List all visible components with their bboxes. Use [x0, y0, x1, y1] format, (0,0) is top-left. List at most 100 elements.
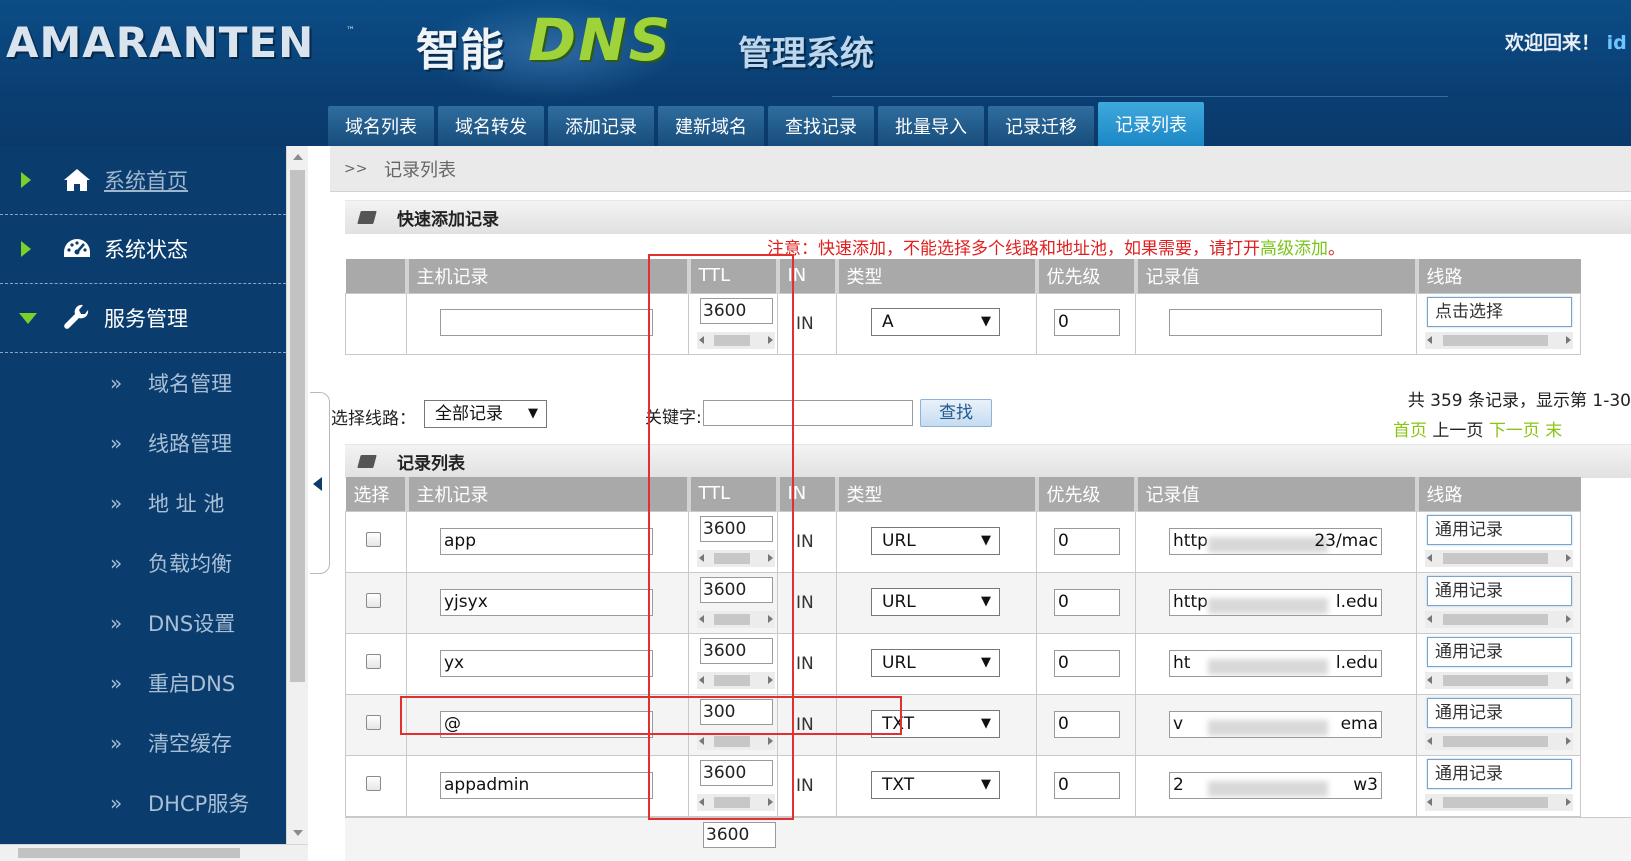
- scroll-thumb[interactable]: [1443, 552, 1548, 564]
- username-link[interactable]: id: [1607, 32, 1627, 54]
- host-input[interactable]: yjsyx: [440, 588, 653, 616]
- ttl-input[interactable]: 3600: [703, 822, 776, 848]
- host-input[interactable]: appadmin: [440, 771, 653, 799]
- advanced-add-link[interactable]: 高级添加: [1260, 239, 1328, 259]
- scroll-thumb[interactable]: [1443, 613, 1548, 625]
- scroll-right-icon[interactable]: [1566, 797, 1571, 806]
- row-checkbox[interactable]: [366, 775, 381, 791]
- route-scrollbar[interactable]: [1425, 793, 1573, 811]
- row-checkbox[interactable]: [366, 531, 381, 547]
- scroll-right-icon[interactable]: [1566, 675, 1571, 684]
- scroll-thumb[interactable]: [1443, 674, 1548, 686]
- type-select[interactable]: TXT ▼: [871, 709, 1000, 738]
- scroll-right-icon[interactable]: [1566, 335, 1571, 344]
- row-checkbox[interactable]: [366, 592, 381, 608]
- scroll-right-icon[interactable]: [1566, 553, 1571, 562]
- scroll-left-icon[interactable]: [699, 797, 704, 806]
- tab-5[interactable]: 批量导入: [878, 106, 984, 146]
- scroll-right-icon[interactable]: [768, 797, 773, 806]
- type-select[interactable]: URL ▼: [871, 526, 1000, 555]
- route-scrollbar[interactable]: [1425, 331, 1573, 349]
- scroll-up-icon[interactable]: [293, 154, 303, 160]
- ttl-input[interactable]: 3600: [700, 637, 773, 664]
- ttl-scrollbar[interactable]: [697, 793, 775, 811]
- sidebar-subitem-5[interactable]: » 重启DNS: [0, 653, 286, 713]
- scroll-thumb[interactable]: [1443, 334, 1548, 346]
- ttl-scrollbar[interactable]: [697, 671, 775, 689]
- scroll-right-icon[interactable]: [1566, 736, 1571, 745]
- scroll-left-icon[interactable]: [699, 614, 704, 623]
- ttl-scrollbar[interactable]: [697, 732, 775, 750]
- host-input[interactable]: [440, 308, 653, 336]
- tab-2[interactable]: 添加记录: [548, 106, 654, 146]
- type-select[interactable]: A ▼: [871, 307, 1000, 336]
- sidebar-subitem-0[interactable]: » 域名管理: [0, 353, 286, 413]
- sidebar-collapse-handle[interactable]: [310, 392, 330, 574]
- keyword-input[interactable]: [703, 400, 913, 426]
- scroll-left-icon[interactable]: [1427, 797, 1432, 806]
- priority-input[interactable]: 0: [1054, 527, 1120, 555]
- host-input[interactable]: app: [440, 527, 653, 555]
- route-select-button[interactable]: 通用记录: [1427, 575, 1572, 606]
- route-select-button[interactable]: 通用记录: [1427, 758, 1572, 789]
- route-scrollbar[interactable]: [1425, 671, 1573, 689]
- value-input[interactable]: http l.edu: [1169, 588, 1382, 616]
- priority-input[interactable]: 0: [1054, 308, 1120, 336]
- pager-last[interactable]: 末: [1545, 421, 1562, 441]
- tab-3[interactable]: 建新域名: [658, 106, 764, 146]
- ttl-input[interactable]: 300: [700, 698, 773, 725]
- scroll-thumb[interactable]: [714, 796, 750, 808]
- row-checkbox[interactable]: [366, 714, 381, 730]
- sidebar-scrollbar[interactable]: [286, 146, 308, 844]
- scroll-right-icon[interactable]: [1566, 614, 1571, 623]
- sidebar-item-service[interactable]: 服务管理: [0, 284, 286, 353]
- pager-first[interactable]: 首页: [1393, 421, 1427, 441]
- scroll-right-icon[interactable]: [768, 614, 773, 623]
- scroll-left-icon[interactable]: [1427, 614, 1432, 623]
- scroll-down-icon[interactable]: [293, 830, 303, 836]
- scroll-left-icon[interactable]: [699, 675, 704, 684]
- scroll-thumb[interactable]: [1443, 735, 1548, 747]
- sidebar-subitem-2[interactable]: » 地 址 池: [0, 473, 286, 533]
- route-scrollbar[interactable]: [1425, 610, 1573, 628]
- value-input[interactable]: http 23/mac: [1169, 527, 1382, 555]
- type-select[interactable]: TXT ▼: [871, 770, 1000, 799]
- tab-7[interactable]: 记录列表: [1098, 102, 1204, 146]
- priority-input[interactable]: 0: [1054, 649, 1120, 677]
- ttl-input[interactable]: 3600: [700, 576, 773, 603]
- host-input[interactable]: yx: [440, 649, 653, 677]
- route-filter-select[interactable]: 全部记录 ▼: [424, 400, 547, 428]
- tab-1[interactable]: 域名转发: [438, 106, 544, 146]
- scroll-thumb[interactable]: [714, 552, 750, 564]
- scroll-right-icon[interactable]: [768, 736, 773, 745]
- tab-0[interactable]: 域名列表: [328, 106, 434, 146]
- type-select[interactable]: URL ▼: [871, 648, 1000, 677]
- scroll-thumb[interactable]: [714, 613, 750, 625]
- host-input[interactable]: @: [440, 710, 653, 738]
- priority-input[interactable]: 0: [1054, 710, 1120, 738]
- value-input[interactable]: 2 w3: [1169, 771, 1382, 799]
- scroll-left-icon[interactable]: [699, 736, 704, 745]
- scroll-thumb[interactable]: [714, 735, 750, 747]
- value-input[interactable]: ht l.edu: [1169, 649, 1382, 677]
- sidebar-subitem-3[interactable]: » 负载均衡: [0, 533, 286, 593]
- type-select[interactable]: URL ▼: [871, 587, 1000, 616]
- search-button[interactable]: 查找: [920, 399, 992, 427]
- row-checkbox[interactable]: [366, 653, 381, 669]
- route-scrollbar[interactable]: [1425, 732, 1573, 750]
- scroll-left-icon[interactable]: [1427, 553, 1432, 562]
- priority-input[interactable]: 0: [1054, 771, 1120, 799]
- sidebar-item-status[interactable]: 系统状态: [0, 215, 286, 284]
- sidebar-subitem-7[interactable]: » DHCP服务: [0, 773, 286, 833]
- scroll-right-icon[interactable]: [768, 335, 773, 344]
- scroll-thumb[interactable]: [714, 334, 750, 346]
- priority-input[interactable]: 0: [1054, 588, 1120, 616]
- scroll-left-icon[interactable]: [1427, 736, 1432, 745]
- ttl-input[interactable]: 3600: [700, 759, 773, 786]
- scroll-left-icon[interactable]: [1427, 675, 1432, 684]
- scroll-left-icon[interactable]: [699, 335, 704, 344]
- scroll-left-icon[interactable]: [1427, 335, 1432, 344]
- sidebar-subitem-6[interactable]: » 清空缓存: [0, 713, 286, 773]
- scroll-left-icon[interactable]: [699, 553, 704, 562]
- ttl-scrollbar[interactable]: [697, 610, 775, 628]
